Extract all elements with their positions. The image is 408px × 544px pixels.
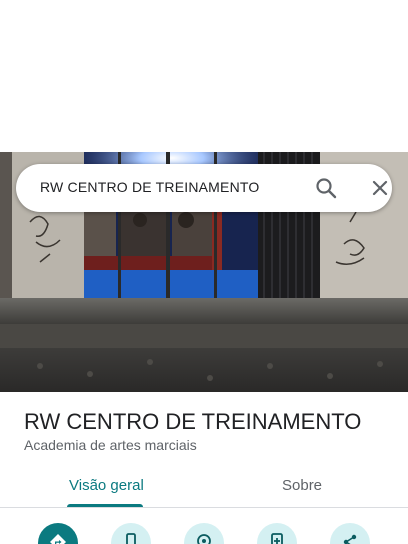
directions-button[interactable] bbox=[38, 523, 78, 544]
location-icon bbox=[195, 533, 213, 544]
phone-icon bbox=[122, 533, 140, 544]
place-title: RW CENTRO DE TREINAMENTO bbox=[24, 409, 362, 434]
action-buttons-row bbox=[0, 508, 408, 544]
share-icon bbox=[341, 533, 359, 544]
tab-about[interactable]: Sobre bbox=[282, 477, 322, 494]
close-icon[interactable] bbox=[368, 176, 392, 200]
search-input[interactable]: RW CENTRO DE TREINAMENTO bbox=[40, 179, 259, 195]
tab-bar: Visão geral Sobre bbox=[0, 470, 408, 508]
place-category[interactable]: Academia de artes marciais bbox=[24, 437, 197, 453]
tab-overview[interactable]: Visão geral bbox=[69, 477, 144, 494]
send-to-phone-button[interactable] bbox=[257, 523, 297, 544]
search-bar[interactable]: RW CENTRO DE TREINAMENTO bbox=[16, 164, 392, 212]
location-button[interactable] bbox=[184, 523, 224, 544]
blank-map-area bbox=[0, 0, 408, 152]
share-button[interactable] bbox=[330, 523, 370, 544]
active-tab-indicator bbox=[67, 504, 143, 507]
directions-icon bbox=[49, 533, 67, 544]
call-button[interactable] bbox=[111, 523, 151, 544]
search-icon[interactable] bbox=[314, 176, 338, 200]
add-to-phone-icon bbox=[268, 533, 286, 544]
